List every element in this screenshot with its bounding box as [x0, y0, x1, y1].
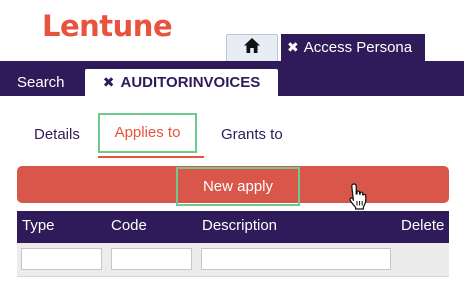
tab-label: AUDITORINVOICES	[120, 74, 261, 91]
tab-search[interactable]: Search	[17, 70, 65, 96]
column-header-type[interactable]: Type	[22, 211, 55, 241]
close-icon[interactable]: ✖	[103, 74, 115, 91]
description-input[interactable]	[201, 248, 391, 270]
column-header-description[interactable]: Description	[202, 211, 277, 241]
table-row	[17, 243, 449, 277]
type-input[interactable]	[21, 248, 102, 270]
subtab-details[interactable]: Details	[34, 125, 80, 145]
tab-auditorinvoices[interactable]: ✖ AUDITORINVOICES	[85, 69, 278, 96]
grid-header: Type Code Description Delete	[17, 211, 449, 243]
home-tab[interactable]	[226, 34, 278, 61]
close-icon[interactable]: ✖	[287, 39, 299, 56]
lentune-logo: Lentune	[42, 9, 173, 43]
new-apply-button[interactable]: New apply	[176, 167, 300, 206]
column-header-code[interactable]: Code	[111, 211, 147, 241]
home-icon	[244, 38, 260, 58]
subtab-applies-to[interactable]: Applies to	[98, 113, 197, 153]
tab-access-persona[interactable]: ✖ Access Persona	[281, 34, 425, 61]
code-input[interactable]	[111, 248, 192, 270]
subtab-grants-to[interactable]: Grants to	[221, 125, 283, 145]
active-subtab-indicator	[98, 156, 204, 158]
column-header-delete[interactable]: Delete	[401, 211, 444, 241]
tab-label: Access Persona	[303, 39, 413, 56]
